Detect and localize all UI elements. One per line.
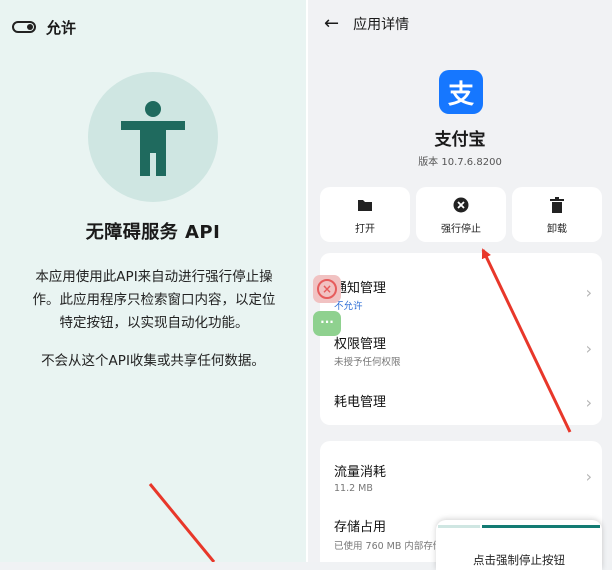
permission-management-row[interactable]: 权限管理 未授予任何权限 › [320,313,602,369]
app-name: 支付宝 [434,130,486,150]
row-subtitle: 未授予任何权限 [334,357,401,368]
row-title: 权限管理 [334,337,387,352]
row-title: 存储占用 [334,520,387,535]
allow-header: 允许 [12,16,76,38]
notification-management-row[interactable]: 通知管理 不允许 › [320,253,602,313]
force-stop-button[interactable]: 强行停止 [416,187,506,242]
progress-track [438,525,480,528]
open-label: 打开 [355,223,375,235]
chevron-right-icon: › [585,283,592,302]
uninstall-label: 卸载 [547,223,567,235]
page-title: 应用详情 [353,17,410,33]
back-arrow-icon[interactable]: ← [324,15,339,33]
floating-more-button[interactable]: ··· [313,311,341,336]
floating-close-button[interactable]: × [313,275,341,303]
progress-bar [482,525,600,528]
row-subtitle: 11.2 MB [334,483,373,494]
uninstall-button[interactable]: 卸载 [512,187,602,242]
folder-icon [357,195,373,215]
close-icon: × [317,279,337,299]
accessibility-icon [88,72,218,202]
privacy-note: 不会从这个API收集或共享任何数据。 [41,353,265,369]
row-title: 流量消耗 [334,465,387,480]
toggle-icon[interactable] [12,21,36,33]
force-stop-label: 强行停止 [441,223,481,235]
chevron-right-icon: › [585,393,592,412]
service-description: 本应用使用此API来自动进行强行停止操作。此应用程序只检索窗口内容，以定位特定按… [32,269,276,331]
service-title: 无障碍服务 API [85,222,221,243]
close-circle-icon [453,195,469,215]
alipay-app-icon: 支 [439,70,483,114]
data-usage-row[interactable]: 流量消耗 11.2 MB › [320,441,602,501]
chevron-right-icon: › [585,339,592,358]
battery-management-row[interactable]: 耗电管理 › [320,369,602,425]
permission-panel: 允许 无障碍服务 API 本应用使用此API来自动进行强行停止操作。此应用程序只… [0,0,306,562]
prompt-text: 点击强制停止按钮 [473,553,565,567]
row-title: 耗电管理 [334,395,387,410]
app-details-panel: ← 应用详情 支 支付宝 版本 10.7.6.8200 打开 强行停止 卸载 通… [308,0,612,562]
chevron-right-icon: › [585,467,592,486]
app-details-header: ← 应用详情 [324,12,409,36]
force-stop-prompt: 点击强制停止按钮 [436,520,602,570]
settings-card: 通知管理 不允许 › 权限管理 未授予任何权限 › 耗电管理 › [320,253,602,425]
row-subtitle: 已使用 760 MB 内部存储 [334,541,443,552]
app-version: 版本 10.7.6.8200 [418,157,502,168]
row-title: 通知管理 [334,281,387,296]
open-button[interactable]: 打开 [320,187,410,242]
allow-title: 允许 [46,18,77,37]
trash-icon [550,195,564,215]
